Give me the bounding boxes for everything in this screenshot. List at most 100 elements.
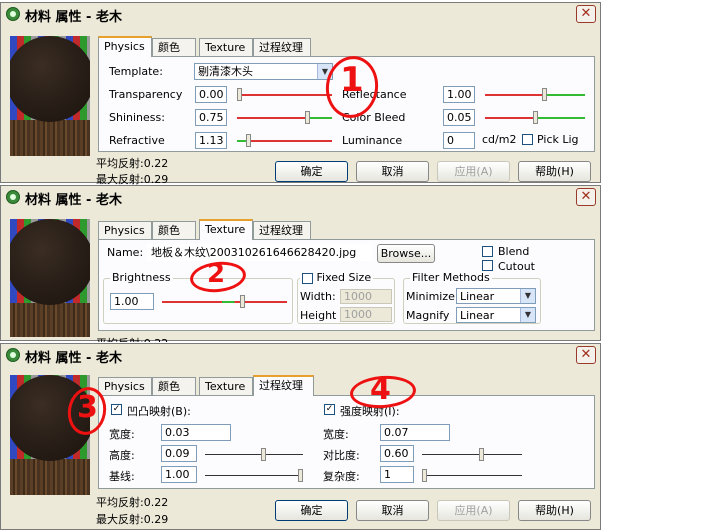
bump-map-label: 凹凸映射(B): [127, 405, 191, 418]
tab-procedural[interactable]: 过程纹理 [253, 38, 311, 56]
minimize-select[interactable]: Linear ▼ [456, 288, 536, 304]
brightness-input[interactable]: 1.00 [110, 293, 154, 310]
intensity-map-checkbox[interactable]: ✓ [324, 404, 335, 415]
cancel-button[interactable]: 取消 [356, 161, 429, 182]
contrast-label: 对比度: [323, 449, 360, 462]
shininess-input[interactable]: 0.75 [195, 109, 227, 126]
cancel-button[interactable]: 取消 [356, 500, 429, 521]
slider-thumb[interactable] [533, 111, 538, 124]
close-button[interactable]: ✕ [576, 5, 596, 23]
height-input[interactable]: 1000 [340, 307, 392, 322]
apply-button[interactable]: 应用(A) [437, 500, 510, 521]
cutout-label: Cutout [498, 260, 535, 273]
contrast-slider[interactable] [422, 448, 522, 462]
slider-thumb[interactable] [422, 469, 427, 482]
pick-lig-checkbox[interactable] [522, 134, 533, 145]
bump-height-input[interactable]: 0.09 [161, 445, 197, 462]
height-label: Height [300, 309, 337, 322]
avg-reflect: 平均反射:0.22 [96, 496, 169, 509]
tab-color[interactable]: 颜色 [152, 38, 196, 56]
annotation-number-1: 1 [340, 60, 364, 100]
bump-height-slider[interactable] [205, 448, 303, 462]
baseline-label: 基线: [109, 470, 135, 483]
reflectance-slider[interactable] [485, 88, 585, 102]
slider-thumb[interactable] [298, 469, 303, 482]
cutout-checkbox[interactable] [482, 260, 493, 271]
apply-button[interactable]: 应用(A) [437, 161, 510, 182]
tab-color[interactable]: 颜色 [152, 221, 196, 239]
color-bleed-slider[interactable] [485, 111, 585, 125]
baseline-slider[interactable] [205, 469, 303, 483]
slider-thumb[interactable] [542, 88, 547, 101]
luminance-unit: cd/m2 [482, 133, 517, 146]
contrast-input[interactable]: 0.60 [380, 445, 414, 462]
chevron-down-icon[interactable]: ▼ [520, 289, 535, 303]
tab-physics[interactable]: Physics [98, 377, 152, 395]
filter-methods-label: Filter Methods [410, 271, 492, 284]
template-label: Template: [109, 65, 163, 78]
slider-track [422, 454, 522, 455]
browse-button[interactable]: Browse... [377, 244, 435, 263]
magnify-value: Linear [460, 309, 495, 322]
tab-texture[interactable]: Texture [199, 377, 253, 395]
material-preview [10, 36, 90, 156]
close-button[interactable]: ✕ [576, 346, 596, 364]
help-button[interactable]: 帮助(H) [518, 161, 591, 182]
shininess-slider[interactable] [237, 111, 332, 125]
intensity-width-input[interactable]: 0.07 [380, 424, 450, 441]
title-bar[interactable]: 材料 属性 - 老木 ✕ [1, 186, 600, 208]
slider-thumb[interactable] [240, 295, 245, 308]
fixed-size-title: Fixed Size [300, 271, 374, 284]
tab-physics[interactable]: Physics [98, 221, 152, 239]
avg-reflect-clipped: 平均反射:0.22 [96, 335, 168, 342]
slider-thumb[interactable] [479, 448, 484, 461]
material-preview [10, 219, 90, 337]
chevron-down-icon[interactable]: ▼ [520, 308, 535, 322]
filter-methods-group: Filter Methods Minimize Linear ▼ Magnify… [403, 271, 541, 324]
width-input[interactable]: 1000 [340, 289, 392, 304]
baseline-input[interactable]: 1.00 [161, 466, 197, 483]
template-combo[interactable]: 剔清漆木头 ▼ [194, 63, 333, 80]
help-button[interactable]: 帮助(H) [518, 500, 591, 521]
slider-track [237, 94, 332, 96]
tab-color[interactable]: 颜色 [152, 377, 196, 395]
brightness-slider[interactable] [162, 295, 287, 309]
slider-track [422, 475, 522, 476]
slider-thumb[interactable] [305, 111, 310, 124]
annotation-number-3: 3 [77, 390, 98, 425]
bump-width-input[interactable]: 0.03 [161, 424, 231, 441]
blend-checkbox[interactable] [482, 246, 493, 257]
reflectance-input[interactable]: 1.00 [443, 86, 475, 103]
refractive-input[interactable]: 1.13 [195, 132, 227, 149]
magnify-label: Magnify [406, 309, 450, 322]
tab-texture[interactable]: Texture [199, 219, 253, 240]
complexity-slider[interactable] [422, 469, 522, 483]
ok-button[interactable]: 确定 [275, 500, 348, 521]
window-title: 材料 属性 - 老木 [25, 10, 122, 25]
bump-map-checkbox[interactable]: ✓ [111, 404, 122, 415]
tab-procedural[interactable]: 过程纹理 [253, 375, 314, 396]
title-bar[interactable]: 材料 属性 - 老木 ✕ [1, 3, 600, 25]
title-bar[interactable]: 材料 属性 - 老木 ✕ [1, 344, 600, 366]
tab-procedural[interactable]: 过程纹理 [253, 221, 311, 239]
slider-track [237, 140, 332, 142]
transparency-input[interactable]: 0.00 [195, 86, 227, 103]
fixed-size-group: Fixed Size Width: 1000 Height 1000 [297, 271, 395, 324]
fixed-size-checkbox[interactable] [302, 272, 313, 284]
texture-name-field[interactable]: 地板＆木纹\200310261646628420.jpg [147, 244, 372, 261]
refractive-slider[interactable] [237, 134, 332, 148]
texture-panel: Name: 地板＆木纹\200310261646628420.jpg Brows… [98, 239, 595, 331]
tab-texture[interactable]: Texture [199, 38, 253, 56]
luminance-input[interactable]: 0 [443, 132, 475, 149]
complexity-input[interactable]: 1 [380, 466, 414, 483]
slider-thumb[interactable] [246, 134, 251, 147]
color-bleed-input[interactable]: 0.05 [443, 109, 475, 126]
template-value: 剔清漆木头 [198, 65, 253, 78]
slider-thumb[interactable] [237, 88, 242, 101]
close-button[interactable]: ✕ [576, 188, 596, 206]
tab-physics[interactable]: Physics [98, 36, 152, 57]
slider-thumb[interactable] [261, 448, 266, 461]
magnify-select[interactable]: Linear ▼ [456, 307, 536, 323]
transparency-slider[interactable] [237, 88, 332, 102]
ok-button[interactable]: 确定 [275, 161, 348, 182]
